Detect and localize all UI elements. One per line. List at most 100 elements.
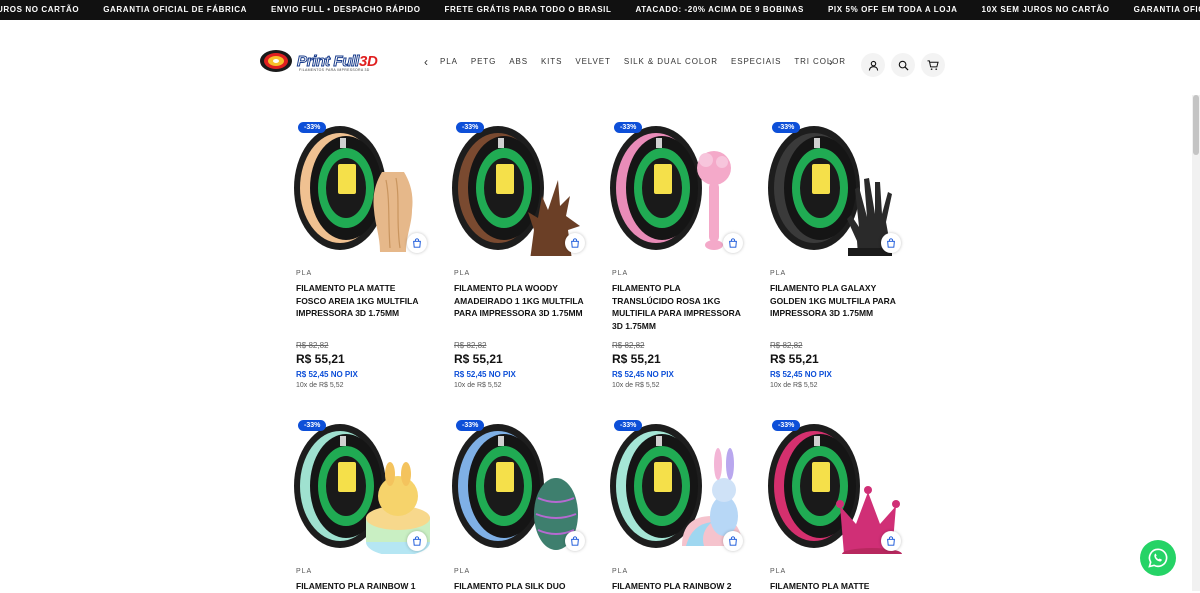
product-category: PLA [454, 568, 471, 575]
bag-icon [571, 536, 579, 546]
product-card[interactable]: -33% PLA FILAMENTO PLA MATTE FOSCO AREIA… [294, 120, 434, 389]
discount-badge: -33% [614, 122, 643, 133]
product-category: PLA [454, 270, 471, 277]
bag-icon [729, 238, 737, 248]
quick-add-cart-button[interactable] [723, 233, 743, 253]
product-old-price: R$ 82,82 [770, 341, 803, 350]
product-card[interactable]: -33% PLA FILAMENTO PLA MATTE [768, 418, 908, 591]
product-installments: 10x de R$ 5,52 [770, 382, 818, 389]
nav-item-abs[interactable]: ABS [509, 57, 528, 66]
nav-item-especiais[interactable]: ESPECIAIS [731, 57, 781, 66]
cart-icon [927, 59, 939, 70]
scrollbar-thumb[interactable] [1193, 95, 1199, 155]
product-title[interactable]: FILAMENTO PLA WOODY AMADEIRADO 1 1KG MUL… [454, 282, 584, 320]
quick-add-cart-button[interactable] [723, 531, 743, 551]
announcement-item: FRETE GRÁTIS PARA TODO O BRASIL [444, 5, 612, 14]
product-price: R$ 55,21 [770, 352, 819, 366]
product-pix-price: R$ 52,45 NO PIX [454, 370, 516, 379]
product-image-wrapper[interactable]: -33% [294, 120, 430, 256]
product-card[interactable]: -33% PLA FILAMENTO PLA RAINBOW 2 [610, 418, 750, 591]
cart-button[interactable] [921, 53, 945, 77]
announcement-item: PIX 5% OFF EM TODA A LOJA [828, 5, 958, 14]
product-card[interactable]: -33% PLA FILAMENTO PLA TRANSLÚCIDO ROSA … [610, 120, 750, 389]
announcement-bar: JUROS NO CARTÃO GARANTIA OFICIAL DE FÁBRI… [0, 0, 1200, 20]
site-header: Print Full3D FILAMENTOS PARA IMPRESSORA … [0, 20, 1200, 95]
discount-badge: -33% [614, 420, 643, 431]
logo-wordmark: Print Full3D [297, 52, 378, 70]
announcement-item: ATACADO: -20% ACIMA DE 9 BOBINAS [635, 5, 804, 14]
product-card[interactable]: -33% PLA FILAMENTO PLA WOODY AMADEIRADO … [452, 120, 592, 389]
product-category: PLA [296, 270, 313, 277]
product-title[interactable]: FILAMENTO PLA MATTE FOSCO AREIA 1KG MULT… [296, 282, 426, 320]
announcement-item: 10X SEM JUROS NO CARTÃO [981, 5, 1110, 14]
product-category: PLA [612, 568, 629, 575]
product-title[interactable]: FILAMENTO PLA GALAXY GOLDEN 1KG MULTFILA… [770, 282, 900, 320]
announcement-track: JUROS NO CARTÃO GARANTIA OFICIAL DE FÁBRI… [0, 0, 1200, 20]
announcement-item: GARANTIA OFICIAL DE FÁ [1133, 5, 1200, 14]
product-title[interactable]: FILAMENTO PLA TRANSLÚCIDO ROSA 1KG MULTI… [612, 282, 742, 332]
product-image-wrapper[interactable]: -33% [452, 120, 588, 260]
product-old-price: R$ 82,82 [612, 341, 645, 350]
announcement-item: ENVIO FULL • DESPACHO RÁPIDO [271, 5, 421, 14]
product-image-wrapper[interactable]: -33% [610, 120, 746, 256]
product-price: R$ 55,21 [454, 352, 503, 366]
product-card[interactable]: -33% PLA FILAMENTO PLA SILK DUO [452, 418, 592, 591]
product-category: PLA [296, 568, 313, 575]
logo-tagline: FILAMENTOS PARA IMPRESSORA 3D [299, 68, 370, 72]
product-installments: 10x de R$ 5,52 [296, 382, 344, 389]
search-icon [898, 60, 909, 71]
announcement-item: GARANTIA OFICIAL DE FÁBRICA [103, 5, 247, 14]
product-image-wrapper[interactable]: -33% [768, 120, 904, 256]
quick-add-cart-button[interactable] [407, 233, 427, 253]
spool-logo-icon [260, 50, 292, 72]
product-image-wrapper[interactable]: -33% [610, 418, 746, 554]
bag-icon [887, 536, 895, 546]
product-image-wrapper[interactable]: -33% [768, 418, 904, 560]
nav-next-arrow[interactable]: › [829, 55, 833, 69]
announcement-item: JUROS NO CARTÃO [0, 5, 80, 14]
product-pix-price: R$ 52,45 NO PIX [612, 370, 674, 379]
nav-item-tri-color[interactable]: TRI COLOR [794, 57, 846, 66]
product-price: R$ 55,21 [296, 352, 345, 366]
quick-add-cart-button[interactable] [881, 531, 901, 551]
product-old-price: R$ 82,82 [454, 341, 487, 350]
quick-add-cart-button[interactable] [407, 531, 427, 551]
whatsapp-button[interactable] [1140, 540, 1176, 576]
quick-add-cart-button[interactable] [565, 233, 585, 253]
product-image-wrapper[interactable]: -33% [294, 418, 430, 556]
discount-badge: -33% [298, 420, 327, 431]
account-button[interactable] [861, 53, 885, 77]
nav-item-velvet[interactable]: VELVET [575, 57, 611, 66]
discount-badge: -33% [456, 122, 485, 133]
discount-badge: -33% [298, 122, 327, 133]
bag-icon [887, 238, 895, 248]
product-image-wrapper[interactable]: -33% [452, 418, 588, 554]
product-price: R$ 55,21 [612, 352, 661, 366]
quick-add-cart-button[interactable] [881, 233, 901, 253]
product-card[interactable]: -33% PLA FILAMENTO PLA GALAXY GOLDEN 1KG… [768, 120, 908, 389]
bag-icon [413, 238, 421, 248]
nav-item-petg[interactable]: PETG [471, 57, 496, 66]
nav-prev-arrow[interactable]: ‹ [424, 55, 428, 69]
bag-icon [413, 536, 421, 546]
nav-item-kits[interactable]: KITS [541, 57, 562, 66]
product-installments: 10x de R$ 5,52 [454, 382, 502, 389]
product-category: PLA [770, 568, 787, 575]
logo-text-main: Print Full [297, 52, 360, 70]
product-category: PLA [770, 270, 787, 277]
user-icon [868, 60, 878, 71]
search-button[interactable] [891, 53, 915, 77]
whatsapp-icon [1148, 548, 1168, 568]
page-scrollbar[interactable] [1192, 95, 1200, 591]
product-pix-price: R$ 52,45 NO PIX [296, 370, 358, 379]
nav-item-silk-dual-color[interactable]: SILK & DUAL COLOR [624, 57, 718, 66]
product-card[interactable]: -33% PLA FILAMENTO PLA RAINBOW 1 [294, 418, 434, 591]
nav-item-pla[interactable]: PLA [440, 57, 458, 66]
store-logo[interactable]: Print Full3D FILAMENTOS PARA IMPRESSORA … [259, 48, 384, 74]
logo-text-accent: 3D [359, 52, 378, 70]
product-pix-price: R$ 52,45 NO PIX [770, 370, 832, 379]
bag-icon [729, 536, 737, 546]
product-installments: 10x de R$ 5,52 [612, 382, 660, 389]
discount-badge: -33% [772, 420, 801, 431]
quick-add-cart-button[interactable] [565, 531, 585, 551]
